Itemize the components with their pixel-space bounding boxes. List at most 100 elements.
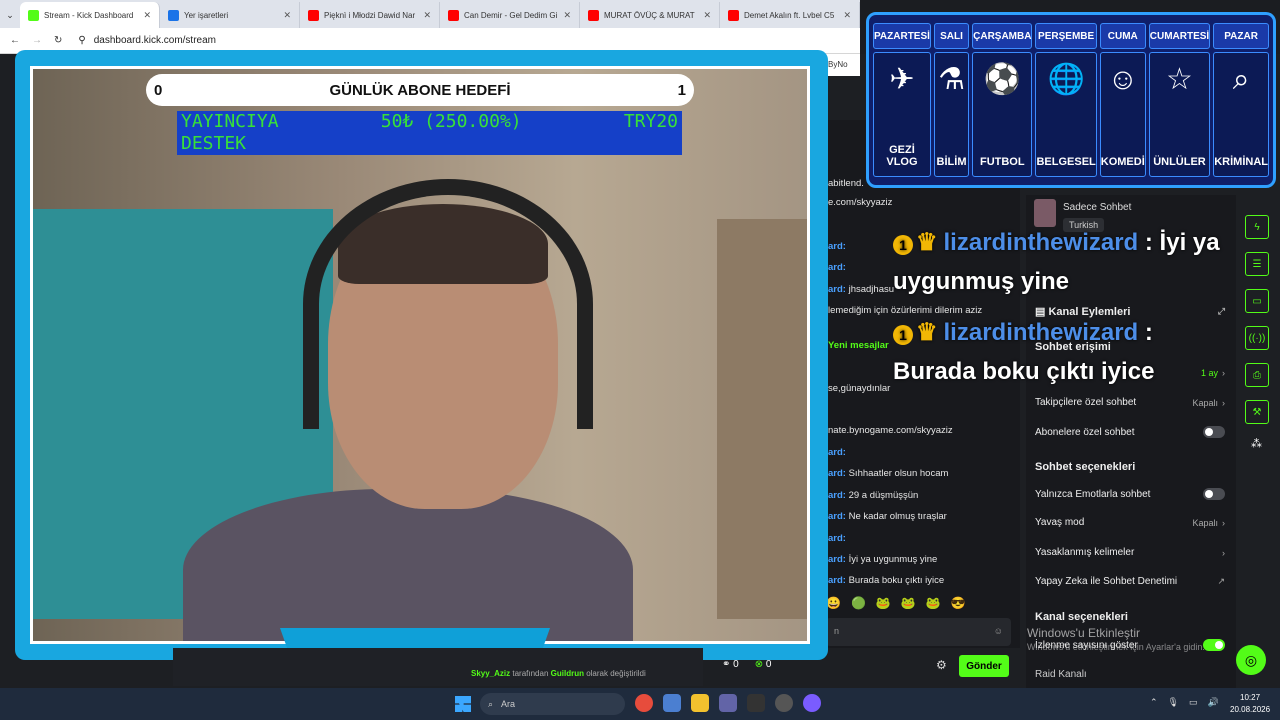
- tab-title: Can Demir - Gel Dedim Gi: [464, 10, 558, 20]
- browser-tab[interactable]: MURAT ÖVÜÇ & MURAT ✕: [580, 2, 720, 28]
- goal-target: 1: [677, 81, 686, 99]
- viewers-counter: ⚭ 0: [722, 659, 739, 670]
- close-icon[interactable]: ✕: [563, 10, 571, 21]
- chat-message: nate.bynogame.com/skyyaziz: [828, 425, 953, 436]
- lightning-icon[interactable]: ϟ: [1245, 215, 1269, 239]
- chat-settings-gear-icon[interactable]: ⚙: [936, 658, 947, 672]
- toggle-switch[interactable]: [1203, 426, 1225, 438]
- browser-tab[interactable]: Demet Akalın ft. Lvbel C5 ✕: [720, 2, 860, 28]
- schedule-day: CUMARTESİ ☆ ÜNLÜLER: [1148, 23, 1211, 177]
- microphone-icon[interactable]: 🎙: [1168, 697, 1179, 708]
- send-button[interactable]: Gönder: [959, 655, 1009, 677]
- panel-row-label: Yavaş mod: [1035, 517, 1085, 528]
- url-text[interactable]: dashboard.kick.com/stream: [94, 35, 216, 46]
- close-icon[interactable]: ✕: [843, 10, 851, 21]
- toggle-switch[interactable]: [1203, 488, 1225, 500]
- panel-row[interactable]: Takipçilere özel sohbet Kapalı ›: [1035, 397, 1225, 408]
- football-icon: ⚽: [983, 63, 1021, 96]
- category-change-notice: Skyy_Aziz tarafından Guildrun olarak değ…: [471, 669, 646, 678]
- day-category: BİLİM: [936, 155, 967, 168]
- day-category: KRİMİNAL: [1214, 155, 1268, 168]
- chat-message: se,günaydınlar: [828, 383, 891, 394]
- emote-icon[interactable]: 🐸: [901, 596, 916, 610]
- close-icon[interactable]: ✕: [703, 10, 711, 21]
- chat-counters: ⚭ 0 ⊗ 0: [722, 659, 771, 670]
- system-clock[interactable]: 10:27 20.08.2026: [1230, 692, 1270, 716]
- emote-bar[interactable]: 😀 🟢 🐸 🐸 🐸 😎: [826, 596, 966, 610]
- reload-icon[interactable]: ↻: [54, 35, 62, 46]
- emote-icon[interactable]: 🟢: [851, 596, 866, 610]
- schedule-day: PAZARTESİ ✈ GEZİ VLOG: [873, 23, 931, 177]
- browser-tab[interactable]: Can Demir - Gel Dedim Gi ✕: [440, 2, 580, 28]
- channel-actions-title: Kanal Eylemleri: [1048, 305, 1131, 318]
- chat-message: ard: jhsadjhasu: [828, 284, 895, 295]
- browser-tab[interactable]: Pięknì i Młodzi Dawid Nar ✕: [300, 2, 440, 28]
- chat-message: ard: Sıhhaatler olsun hocam: [828, 468, 949, 479]
- panel-row[interactable]: Yalnızca Emotlarla sohbet: [1035, 488, 1225, 500]
- panel-row[interactable]: Yapay Zeka ile Sohbet Denetimi ↗: [1035, 576, 1225, 587]
- day-name: SALI: [933, 23, 970, 49]
- support-chat-icon[interactable]: ◎: [1236, 645, 1266, 675]
- raid-channel-button[interactable]: Raid Kanalı: [1035, 669, 1087, 680]
- browser-tab[interactable]: Yer işaretleri ✕: [160, 2, 300, 28]
- panel-row[interactable]: Abonelere özel sohbet: [1035, 426, 1225, 438]
- browser-tab[interactable]: Stream - Kick Dashboard ✕: [20, 2, 160, 28]
- tab-search-icon[interactable]: ⌄: [0, 2, 20, 28]
- day-category: BELGESEL: [1036, 155, 1096, 168]
- headset: [303, 179, 593, 429]
- expand-icon[interactable]: ⤢: [1218, 306, 1225, 317]
- panel-row[interactable]: Yasaklanmış kelimeler ›: [1035, 547, 1225, 558]
- emoji-picker-icon[interactable]: ☺: [994, 626, 1003, 636]
- day-category: FUTBOL: [979, 155, 1025, 168]
- wrench-icon[interactable]: ⚒: [1245, 400, 1269, 424]
- panel-row-label: Takipçilere özel sohbet: [1035, 397, 1137, 408]
- back-icon[interactable]: ←: [10, 35, 20, 46]
- panel-row-label: Yalnızca Emotlarla sohbet: [1035, 488, 1151, 500]
- chat-input[interactable]: n ☺: [826, 618, 1011, 646]
- chat-icon[interactable]: ▭: [1245, 289, 1269, 313]
- schedule-day: ÇARŞAMBA ⚽ FUTBOL: [972, 23, 1033, 177]
- chrome-icon[interactable]: [635, 694, 653, 712]
- emote-icon[interactable]: 😎: [951, 596, 966, 610]
- obs-icon[interactable]: [775, 694, 793, 712]
- forward-icon[interactable]: →: [32, 35, 42, 46]
- chevron-right-icon: ›: [1222, 547, 1225, 558]
- windows-start-icon[interactable]: [455, 696, 471, 712]
- day-category: ÜNLÜLER: [1153, 155, 1206, 168]
- bookmark-bynogame[interactable]: ByNo: [826, 54, 860, 76]
- link-icon: ⚭: [722, 659, 731, 670]
- list-icon[interactable]: ☰: [1245, 252, 1269, 276]
- close-icon[interactable]: ✕: [283, 10, 291, 21]
- network-icon[interactable]: ▭: [1189, 697, 1198, 708]
- epic-games-icon[interactable]: [747, 694, 765, 712]
- close-icon[interactable]: ✕: [423, 10, 431, 21]
- chat-message: ard:: [828, 447, 846, 458]
- stream-info-strip: [173, 648, 703, 686]
- taskbar-search[interactable]: ⌕ Ara: [480, 693, 625, 715]
- schedule-day: PAZAR ⌕ KRİMİNAL: [1213, 23, 1269, 177]
- comedy-mask-icon: ☺: [1107, 63, 1139, 96]
- viewer-count-toggle[interactable]: [1203, 639, 1225, 651]
- panel-row-label: Yapay Zeka ile Sohbet Denetimi: [1035, 576, 1178, 587]
- overlay-chat-message: Burada boku çıktı iyice: [893, 358, 1155, 385]
- external-link-icon[interactable]: ↗: [1217, 576, 1225, 587]
- close-icon[interactable]: ✕: [143, 10, 151, 21]
- emote-icon[interactable]: 🐸: [926, 596, 941, 610]
- tab-favicon-icon: [588, 9, 599, 21]
- share-nodes-icon[interactable]: ⁂: [1245, 437, 1273, 450]
- panel-row-label: Abonelere özel sohbet: [1035, 426, 1135, 438]
- volume-icon[interactable]: 🔊: [1208, 697, 1219, 708]
- site-info-icon[interactable]: ⚲: [78, 35, 85, 46]
- chat-message: ard:: [828, 241, 846, 252]
- broadcast-icon[interactable]: ((·)): [1245, 326, 1269, 350]
- printer-icon[interactable]: ⎙: [1245, 363, 1269, 387]
- file-explorer-icon[interactable]: [691, 694, 709, 712]
- emote-icon[interactable]: 🐸: [876, 596, 891, 610]
- emote-icon[interactable]: 😀: [826, 596, 841, 610]
- taskbar-apps: [635, 694, 821, 712]
- teams-icon[interactable]: [719, 694, 737, 712]
- photos-icon[interactable]: [663, 694, 681, 712]
- chevron-up-icon[interactable]: ⌃: [1150, 697, 1158, 708]
- app-icon[interactable]: [803, 694, 821, 712]
- panel-row[interactable]: Yavaş mod Kapalı ›: [1035, 517, 1225, 528]
